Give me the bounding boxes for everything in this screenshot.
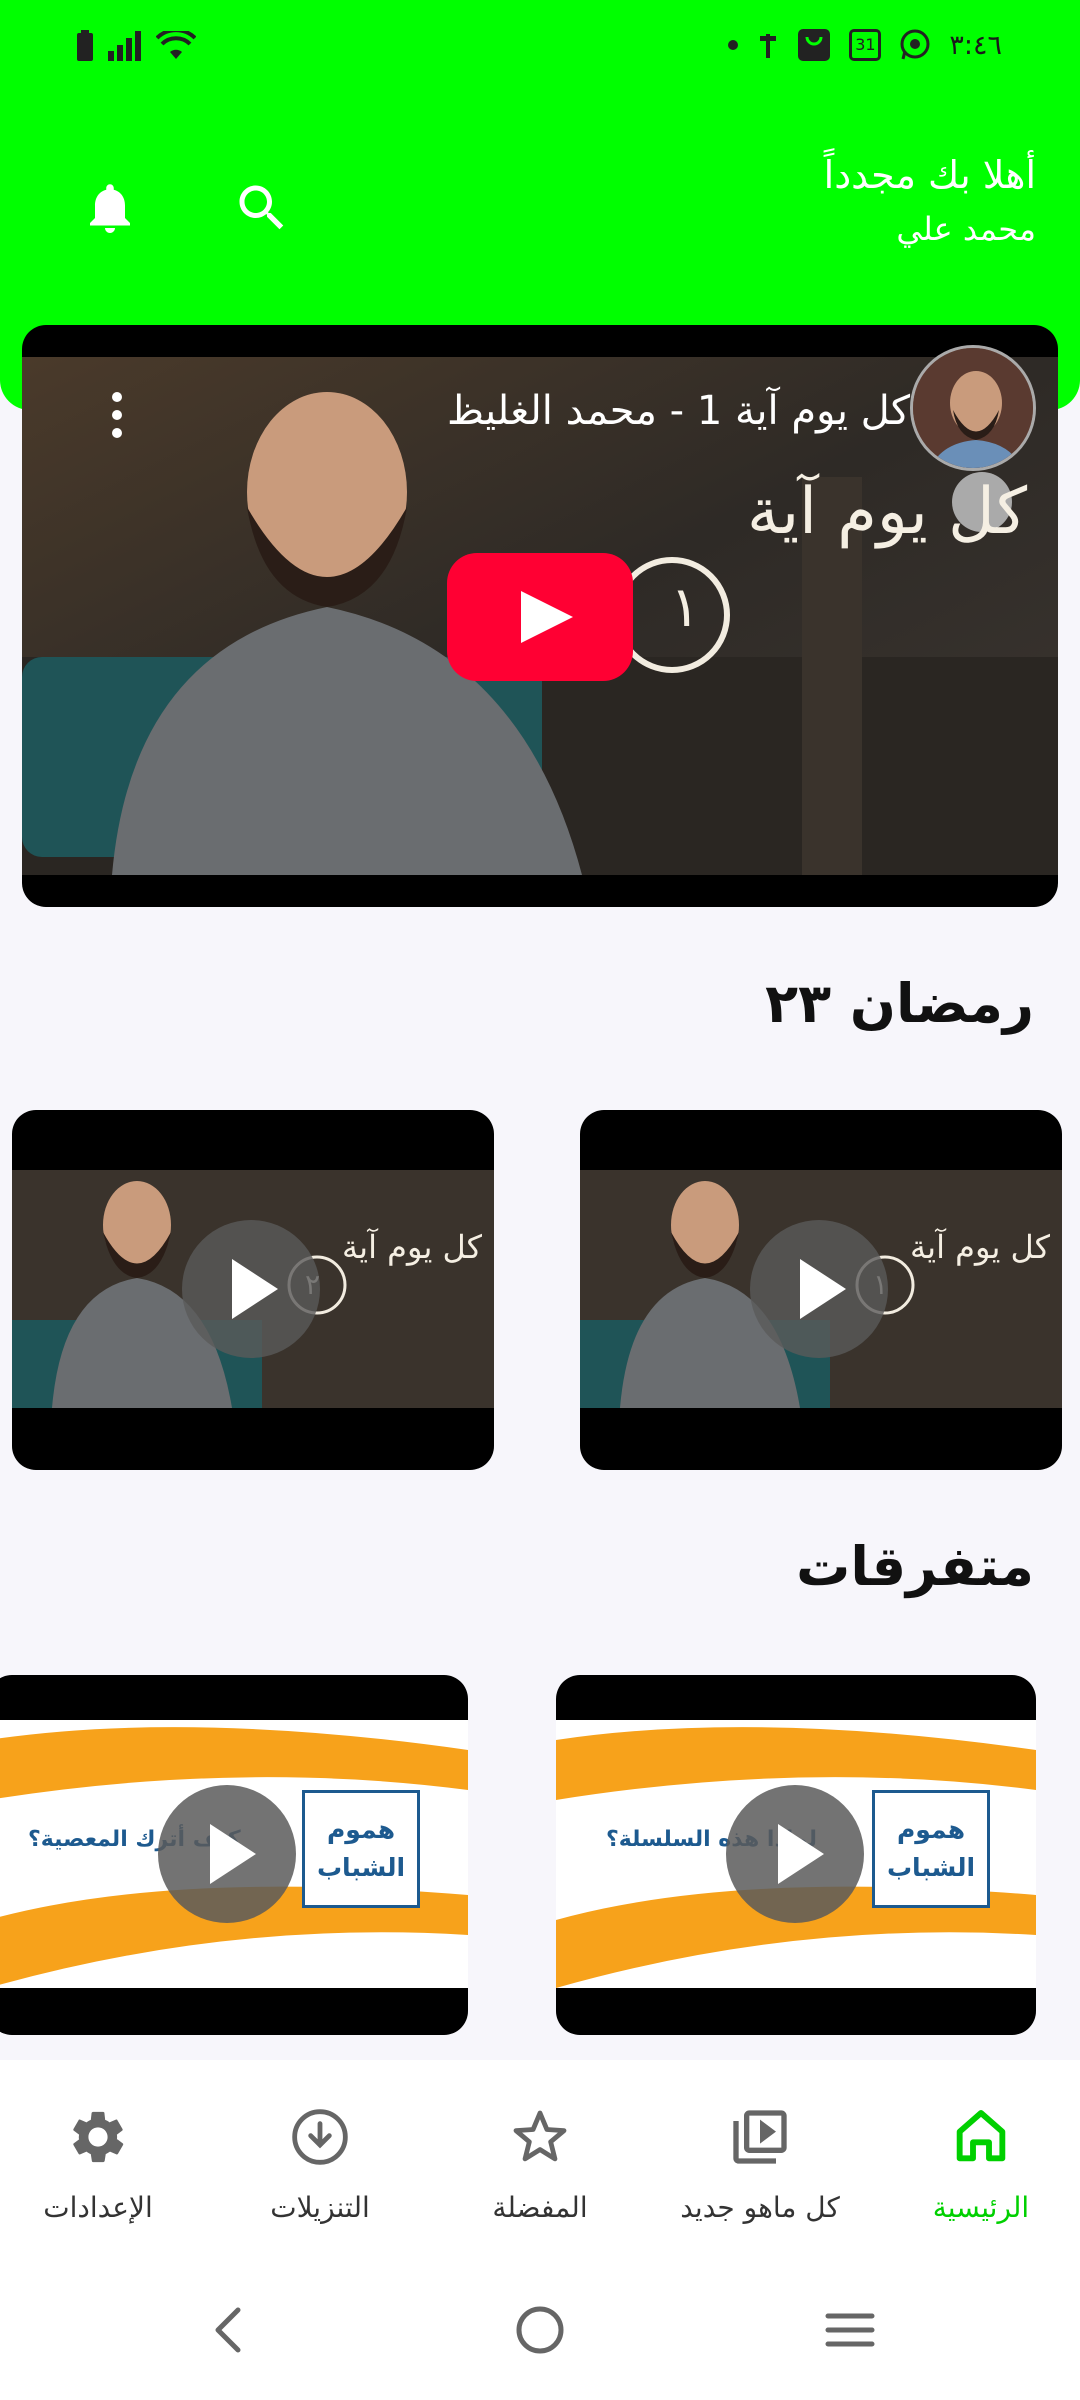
section-title-misc: متفرقات: [796, 1535, 1034, 1598]
play-icon: [778, 1824, 824, 1884]
nav-item-favorites[interactable]: المفضلة: [432, 2105, 648, 2224]
greeting-text: أهلا بك مجدداً: [823, 153, 1036, 197]
nav-item-whats-new[interactable]: كل ماهو جديد: [652, 2105, 868, 2224]
whatsapp-icon: [900, 29, 930, 60]
play-icon: [800, 1259, 846, 1319]
home-icon: [956, 2110, 1006, 2162]
shopping-bag-icon: [798, 29, 831, 61]
status-icons-right: 31 ٣:٤٦: [727, 28, 1002, 62]
bell-icon[interactable]: [80, 178, 140, 238]
bottom-navigation: الرئيسية كل ماهو جديد المفضلة التنزيلات …: [0, 2060, 1080, 2260]
nav-label: المفضلة: [492, 2191, 588, 2224]
section-title-ramadan: رمضان ٢٣: [765, 972, 1034, 1035]
usb-icon: [760, 34, 777, 58]
nav-item-home[interactable]: الرئيسية: [873, 2105, 1080, 2224]
back-icon[interactable]: [200, 2300, 260, 2360]
gear-icon: [73, 2111, 124, 2163]
dot-icon: [728, 40, 739, 50]
card-series-box: هموم الشباب: [872, 1790, 990, 1908]
hero-overlay-calligraphy: كل يوم آية: [747, 475, 1028, 549]
star-icon: [513, 2110, 567, 2162]
card-overlay-calligraphy: كل يوم آية: [342, 1228, 483, 1266]
more-vert-icon[interactable]: [110, 390, 124, 440]
nav-label: الإعدادات: [43, 2191, 153, 2224]
card-overlay-calligraphy: كل يوم آية: [910, 1228, 1051, 1266]
greeting-block: أهلا بك مجدداً محمد علي: [824, 150, 1036, 252]
play-button[interactable]: [726, 1785, 864, 1923]
battery-icon: [77, 30, 93, 61]
play-button[interactable]: [182, 1220, 320, 1358]
status-bar: 31 ٣:٤٦: [0, 0, 1080, 95]
search-icon[interactable]: [232, 178, 292, 238]
channel-avatar[interactable]: [910, 345, 1036, 471]
video-card[interactable]: لماذا هذه السلسلة؟ هموم الشباب: [556, 1675, 1036, 2035]
nav-item-downloads[interactable]: التنزيلات: [212, 2105, 428, 2224]
card-series-box: هموم الشباب: [302, 1790, 420, 1908]
play-icon: [232, 1259, 278, 1319]
download-icon: [292, 2109, 348, 2165]
hero-video-title: كل يوم آية 1 - محمد الغليظ: [446, 388, 910, 434]
status-time: ٣:٤٦: [949, 29, 1002, 61]
hero-episode-numeral: ١: [670, 575, 701, 640]
user-name: محمد علي: [896, 210, 1036, 248]
menu-icon[interactable]: [820, 2300, 880, 2360]
wifi-icon: [156, 31, 196, 59]
play-icon: [210, 1824, 256, 1884]
calendar-icon: 31: [849, 29, 882, 61]
nav-item-settings[interactable]: الإعدادات: [0, 2105, 206, 2224]
youtube-play-button[interactable]: [447, 553, 633, 681]
status-icons-left: [76, 30, 196, 62]
video-card[interactable]: كل يوم آية ١: [580, 1110, 1062, 1470]
video-library-icon: [733, 2110, 787, 2164]
video-card[interactable]: كل يوم آية ٢: [12, 1110, 494, 1470]
system-navigation-bar: [0, 2260, 1080, 2400]
nav-label: كل ماهو جديد: [680, 2191, 840, 2224]
play-button[interactable]: [158, 1785, 296, 1923]
avatar-image: [913, 348, 1033, 468]
signal-icon: [108, 31, 141, 61]
home-circle-icon[interactable]: [510, 2300, 570, 2360]
play-button[interactable]: [750, 1220, 888, 1358]
nav-label: التنزيلات: [270, 2191, 370, 2224]
video-card[interactable]: كيف أترك المعصية؟ هموم الشباب: [0, 1675, 468, 2035]
nav-label: الرئيسية: [932, 2191, 1030, 2224]
